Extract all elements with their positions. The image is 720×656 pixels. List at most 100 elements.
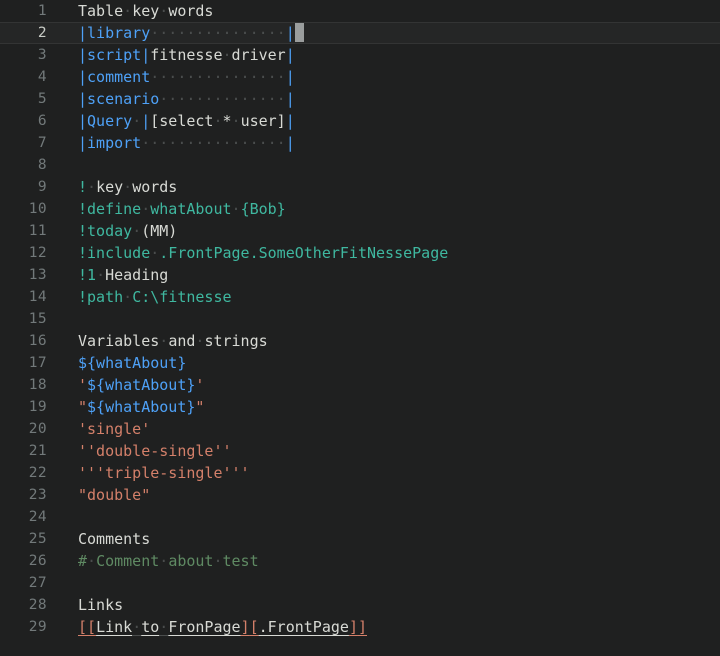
editor-line[interactable]: 18 '${whatAbout}': [0, 374, 720, 396]
text-cursor: [294, 23, 304, 42]
editor-line[interactable]: 24: [0, 506, 720, 528]
code-token: C:\fitnesse: [132, 288, 232, 306]
line-content[interactable]: '''triple-single''': [56, 462, 720, 484]
code-token: strings: [204, 332, 268, 350]
code-token: |: [141, 46, 151, 64]
whitespace-dot: ·: [150, 244, 160, 262]
code-token: about: [168, 552, 214, 570]
line-content[interactable]: [56, 154, 720, 176]
editor-line[interactable]: 5 |scenario··············|: [0, 88, 720, 110]
line-content[interactable]: "double": [56, 484, 720, 506]
editor-line[interactable]: 6 |Query·|[select·*·user]|: [0, 110, 720, 132]
line-content[interactable]: [[Link·to·FronPage][.FrontPage]]: [56, 616, 720, 638]
line-content[interactable]: !define·whatAbout·{Bob}: [56, 198, 720, 220]
editor-line[interactable]: 20 'single': [0, 418, 720, 440]
code-token: !today: [78, 222, 133, 240]
line-number: 29: [28, 619, 47, 635]
editor-line[interactable]: 13 !1·Heading: [0, 264, 720, 286]
line-content[interactable]: ''double-single'': [56, 440, 720, 462]
line-content[interactable]: !·key·words: [56, 176, 720, 198]
line-content[interactable]: ${whatAbout}: [56, 352, 720, 374]
code-token: Link: [96, 618, 133, 636]
editor-line[interactable]: 14 !path·C:\fitnesse: [0, 286, 720, 308]
line-number: 28: [28, 597, 47, 613]
line-number: 26: [28, 553, 47, 569]
editor-line[interactable]: 12 !include·.FrontPage.SomeOtherFitNesseP…: [0, 242, 720, 264]
whitespace-dot: ·: [159, 332, 169, 350]
editor-line[interactable]: 8: [0, 154, 720, 176]
code-token: |: [141, 112, 151, 130]
line-number: 10: [28, 201, 47, 217]
line-content[interactable]: |scenario··············|: [56, 88, 720, 110]
editor-line[interactable]: 28 Links: [0, 594, 720, 616]
code-token: ": [195, 398, 205, 416]
line-number: 21: [28, 443, 47, 459]
line-number: 5: [37, 91, 47, 107]
line-content[interactable]: 'single': [56, 418, 720, 440]
line-content[interactable]: Comments: [56, 528, 720, 550]
line-number: 17: [28, 355, 47, 371]
editor-line[interactable]: 7 |import················|: [0, 132, 720, 154]
code-editor[interactable]: 1 Table·key·words 2 |library···············…: [0, 0, 720, 656]
whitespace-dot: ·: [222, 46, 232, 64]
line-content[interactable]: [56, 506, 720, 528]
line-content[interactable]: !today·(MM): [56, 220, 720, 242]
code-token: |: [78, 90, 88, 108]
line-content[interactable]: !path·C:\fitnesse: [56, 286, 720, 308]
editor-line[interactable]: 23 "double": [0, 484, 720, 506]
editor-line[interactable]: 10 !define·whatAbout·{Bob}: [0, 198, 720, 220]
code-token: .FrontPage.SomeOtherFitNessePage: [159, 244, 449, 262]
line-number: 20: [28, 421, 47, 437]
line-content[interactable]: #·Comment·about·test: [56, 550, 720, 572]
line-content[interactable]: [56, 308, 720, 330]
line-content[interactable]: Variables·and·strings: [56, 330, 720, 352]
editor-line[interactable]: 16 Variables·and·strings: [0, 330, 720, 352]
line-number: 8: [37, 157, 47, 173]
line-number: 7: [37, 135, 47, 151]
code-token: scenario: [87, 90, 160, 108]
whitespace-dot: ·: [159, 618, 169, 636]
code-token: ${whatAbout}: [87, 398, 196, 416]
code-token: !path: [78, 288, 124, 306]
line-content[interactable]: !include·.FrontPage.SomeOtherFitNessePag…: [56, 242, 720, 264]
code-token: to: [141, 618, 160, 636]
line-number: 12: [28, 245, 47, 261]
line-content[interactable]: [56, 572, 720, 594]
code-token: [select: [150, 112, 214, 130]
code-token: ": [78, 398, 88, 416]
editor-line[interactable]: 9 !·key·words: [0, 176, 720, 198]
editor-line[interactable]: 19 "${whatAbout}": [0, 396, 720, 418]
editor-line[interactable]: 2 |library···············|: [0, 22, 720, 44]
line-content[interactable]: |comment···············|: [56, 66, 720, 88]
editor-line[interactable]: 21 ''double-single'': [0, 440, 720, 462]
code-token: and: [168, 332, 196, 350]
editor-line[interactable]: 22 '''triple-single''': [0, 462, 720, 484]
line-content[interactable]: "${whatAbout}": [56, 396, 720, 418]
line-content[interactable]: |script|fitnesse·driver|: [56, 44, 720, 66]
editor-line[interactable]: 17 ${whatAbout}: [0, 352, 720, 374]
line-content[interactable]: |library···············|: [56, 22, 720, 44]
editor-line[interactable]: 29 [[Link·to·FronPage][.FrontPage]]: [0, 616, 720, 638]
whitespace-dot: ···············: [150, 24, 286, 42]
line-content[interactable]: |import················|: [56, 132, 720, 154]
line-content[interactable]: '${whatAbout}': [56, 374, 720, 396]
code-token: ]: [240, 618, 250, 636]
editor-line[interactable]: 25 Comments: [0, 528, 720, 550]
code-token: |: [285, 134, 295, 152]
editor-line[interactable]: 27: [0, 572, 720, 594]
editor-line[interactable]: 15: [0, 308, 720, 330]
code-token: 'single': [78, 420, 151, 438]
editor-line[interactable]: 3 |script|fitnesse·driver|: [0, 44, 720, 66]
code-token: Comments: [78, 530, 151, 548]
line-number: 25: [28, 531, 47, 547]
code-token: {Bob}: [240, 200, 286, 218]
line-content[interactable]: Table·key·words: [56, 0, 720, 22]
line-content[interactable]: !1·Heading: [56, 264, 720, 286]
editor-line[interactable]: 4 |comment···············|: [0, 66, 720, 88]
editor-line[interactable]: 11 !today·(MM): [0, 220, 720, 242]
line-content[interactable]: Links: [56, 594, 720, 616]
editor-line[interactable]: 26 #·Comment·about·test: [0, 550, 720, 572]
line-number: 14: [28, 289, 47, 305]
line-content[interactable]: |Query·|[select·*·user]|: [56, 110, 720, 132]
editor-line[interactable]: 1 Table·key·words: [0, 0, 720, 22]
